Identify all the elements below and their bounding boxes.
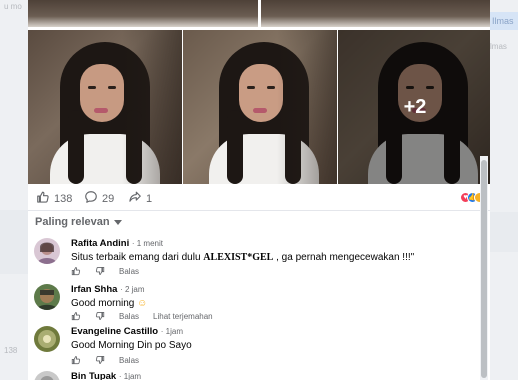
comment-time: · 1jam: [118, 372, 142, 380]
background-ghost-count: 138: [4, 346, 18, 355]
post-photo[interactable]: [183, 30, 337, 184]
background-card: [0, 210, 28, 274]
avatar[interactable]: [34, 326, 60, 352]
divider: [28, 210, 490, 211]
dislike-icon: [95, 311, 105, 320]
comment-time: · 1jam: [160, 327, 183, 336]
comment-like-button[interactable]: [71, 311, 81, 321]
comment-actions: Balas: [71, 266, 153, 276]
comment-text: Situs terbaik emang dari dulu ALEXIST*GE…: [71, 252, 415, 263]
background-card: [490, 212, 518, 252]
scrollbar-thumb[interactable]: [481, 160, 487, 378]
comment-button[interactable]: 29: [84, 190, 114, 207]
reaction-bar: 138 29 1 ♥ 👍: [28, 184, 490, 212]
smile-emoji-icon: ☺: [137, 298, 148, 309]
photo-thumbnail[interactable]: [28, 0, 258, 27]
like-count: 138: [54, 192, 73, 205]
reply-button[interactable]: Balas: [119, 267, 139, 276]
avatar[interactable]: [34, 371, 60, 380]
comment-dislike-button[interactable]: [95, 355, 105, 365]
comment-text: Good morning ☺: [71, 298, 148, 309]
caret-down-icon: [113, 219, 122, 225]
background-tag: Ilmas: [490, 12, 518, 30]
translate-link[interactable]: Lihat terjemahan: [153, 312, 213, 321]
dislike-icon: [95, 355, 105, 364]
like-icon: [71, 312, 81, 321]
comment-item: Bin Tupak · 1jam: [34, 371, 474, 380]
comment-text: Good Morning Din po Sayo: [71, 340, 192, 351]
background-tag-2: lmas: [490, 40, 518, 54]
background-feed-right: Ilmas lmas: [490, 0, 518, 380]
comment-author[interactable]: Irfan Shha: [71, 284, 117, 295]
comment-sort-dropdown[interactable]: Paling relevan: [35, 216, 122, 228]
comment-time: · 1 menit: [131, 239, 163, 248]
avatar[interactable]: [34, 238, 60, 264]
reply-button[interactable]: Balas: [119, 312, 139, 321]
comment-icon: [84, 190, 102, 207]
more-photos-count: +2: [403, 96, 427, 118]
comment-item: Evangeline Castillo · 1jam Good Morning …: [34, 326, 474, 366]
comment-author[interactable]: Rafita Andini: [71, 238, 129, 249]
previous-photos-strip: [28, 0, 490, 28]
background-ghost-text: u mo: [4, 2, 22, 11]
comment-like-button[interactable]: [71, 266, 81, 276]
post-photo[interactable]: [28, 30, 182, 184]
comment-author[interactable]: Bin Tupak: [71, 371, 116, 380]
share-count: 1: [146, 192, 153, 205]
scrollbar[interactable]: [480, 156, 488, 380]
comment-dislike-button[interactable]: [95, 311, 105, 321]
share-icon: [128, 190, 146, 207]
share-button[interactable]: 1: [128, 190, 152, 207]
comment-item: Rafita Andini · 1 menit Situs terbaik em…: [34, 238, 474, 278]
like-icon: [36, 190, 54, 207]
comment-actions: Balas: [71, 355, 153, 365]
comment-item: Irfan Shha · 2 jam Good morning ☺ Balas …: [34, 284, 474, 322]
like-button[interactable]: 138: [36, 190, 72, 207]
comment-time: · 2 jam: [120, 285, 145, 294]
like-icon: [71, 356, 81, 365]
reply-button[interactable]: Balas: [119, 356, 139, 365]
post-photo-more[interactable]: +2: [338, 30, 490, 184]
comment-dislike-button[interactable]: [95, 266, 105, 276]
comment-like-button[interactable]: [71, 355, 81, 365]
post-modal: +2 138 29 1 ♥ 👍 Paling relevan Rafita An…: [28, 0, 490, 380]
comment-actions: Balas Lihat terjemahan: [71, 311, 227, 321]
comment-author[interactable]: Evangeline Castillo: [71, 326, 158, 337]
photo-thumbnail[interactable]: [261, 0, 490, 27]
sort-label: Paling relevan: [35, 216, 110, 228]
dislike-icon: [95, 266, 105, 275]
avatar[interactable]: [34, 284, 60, 310]
comment-count: 29: [102, 192, 115, 205]
background-feed-left: u mo 138: [0, 0, 28, 380]
like-icon: [71, 267, 81, 276]
reaction-summary[interactable]: ♥ 👍: [460, 192, 485, 204]
